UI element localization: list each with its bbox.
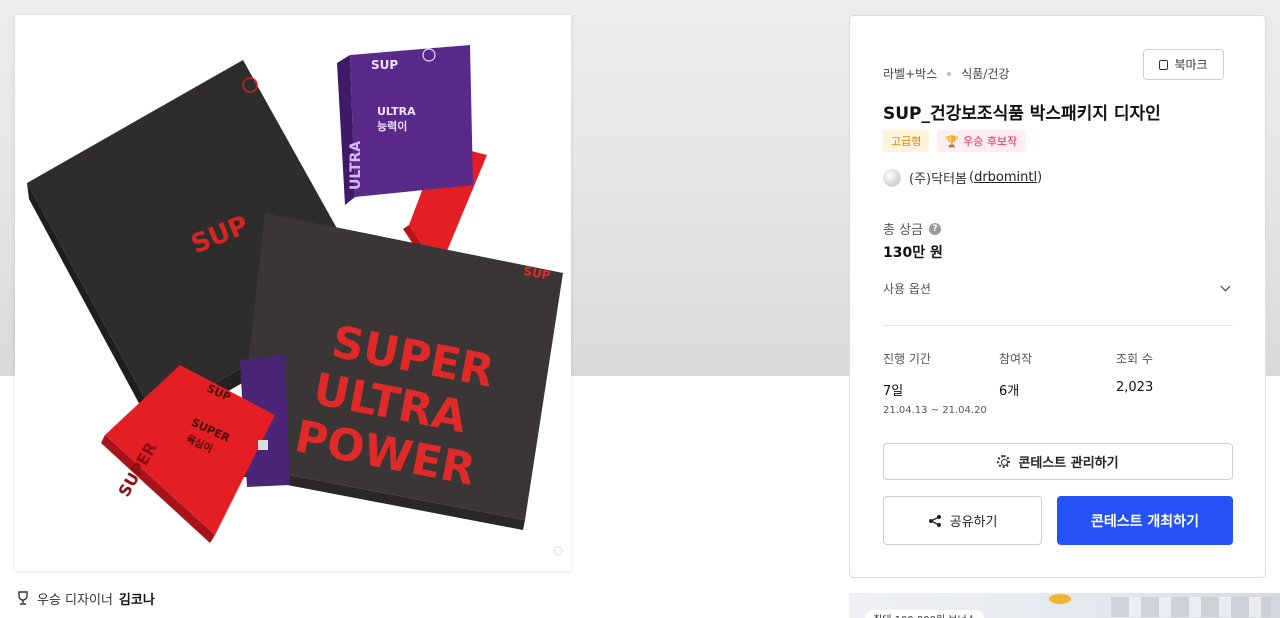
host-handle-link[interactable]: drbomintl	[974, 170, 1037, 185]
host-contest-button[interactable]: 콘테스트 개최하기	[1057, 496, 1233, 545]
barcode-icon	[258, 440, 268, 450]
package-artwork: SUP SUP ULTRA 능력이 ULTRA SUPER ULTRA POWE…	[27, 45, 563, 556]
share-label: 공유하기	[949, 515, 998, 530]
promo-pill: 최대 100,000원 보너스	[865, 610, 984, 618]
promo-decoration	[1111, 597, 1271, 617]
trophy-icon	[18, 591, 28, 605]
stat-views: 조회 수 2,023	[1116, 350, 1153, 395]
separator-dot	[947, 71, 952, 76]
host-avatar	[883, 168, 901, 187]
ultra-box-korean-name: 능력이	[377, 119, 407, 133]
stat-period: 진행 기간 7일 21.04.13 ~ 21.04.20	[883, 350, 987, 416]
category-secondary[interactable]: 식품/건강	[961, 65, 1009, 82]
views-value: 2,023	[1116, 380, 1154, 395]
contest-artwork-image[interactable]: SUP SUP ULTRA 능력이 ULTRA SUPER ULTRA POWE…	[15, 15, 571, 571]
gear-icon	[997, 455, 1011, 468]
period-label: 진행 기간	[883, 352, 931, 366]
ultra-box-name: ULTRA	[377, 105, 416, 118]
manage-contest-button[interactable]: 콘테스트 관리하기	[883, 443, 1233, 480]
share-button[interactable]: 공유하기	[883, 496, 1042, 545]
host-handle-close: )	[1037, 170, 1043, 185]
host-name: (주)닥터봄	[909, 172, 967, 187]
contest-title: SUP_건강보조식품 박스패키지 디자인	[883, 104, 1161, 124]
designer-name[interactable]: 김코나	[119, 589, 155, 608]
usage-options-label: 사용 옵션	[883, 281, 931, 296]
entries-value: 6개	[999, 384, 1020, 399]
contest-info-panel: 라벨+박스 식품/건강 북마크 SUP_건강보조식품 박스패키지 디자인 고급형…	[849, 15, 1266, 578]
ultra-box-logo: SUP	[371, 58, 398, 72]
host-contest-label: 콘테스트 개최하기	[1091, 513, 1199, 530]
manage-contest-label: 콘테스트 관리하기	[1018, 456, 1119, 471]
designer-prefix: 우승 디자이너	[37, 592, 113, 608]
host-handle-group: (drbomintl)	[969, 170, 1042, 185]
period-value: 7일	[883, 384, 904, 399]
award-badge: 🏆 우승 후보작	[937, 130, 1026, 152]
bookmark-icon	[1159, 59, 1169, 70]
category-breadcrumb: 라벨+박스 식품/건강	[883, 65, 1009, 82]
bookmark-label: 북마크	[1174, 58, 1208, 72]
ultra-box-side-text: ULTRA	[348, 141, 364, 190]
period-range: 21.04.13 ~ 21.04.20	[883, 405, 987, 416]
winning-designer: 우승 디자이너 김코나	[15, 588, 155, 608]
prize-value: 130만 원	[883, 245, 943, 261]
prize-label: 총 상금 ?	[883, 219, 942, 238]
entries-label: 참여작	[999, 352, 1033, 366]
award-badge-label: 우승 후보작	[963, 135, 1018, 148]
premium-badge: 고급형	[883, 130, 930, 152]
usage-options-dropdown[interactable]: 사용 옵션	[883, 280, 1233, 296]
share-icon	[928, 514, 941, 527]
award-trophy-icon: 🏆	[945, 134, 960, 148]
stat-entries: 참여작 6개	[999, 350, 1032, 399]
watermark-icon	[553, 546, 563, 556]
prize-label-text: 총 상금	[883, 223, 924, 238]
promo-banner[interactable]: 최대 100,000원 보너스	[849, 593, 1280, 618]
divider	[883, 325, 1233, 326]
host-info: (주)닥터봄 (drbomintl)	[883, 168, 1042, 187]
views-label: 조회 수	[1116, 352, 1153, 366]
ultra-purple-box: SUP ULTRA 능력이 ULTRA	[337, 45, 473, 205]
bookmark-button[interactable]: 북마크	[1143, 49, 1224, 80]
badge-group: 고급형 🏆 우승 후보작	[883, 130, 1026, 152]
category-primary[interactable]: 라벨+박스	[883, 65, 937, 82]
chevron-down-icon	[1220, 281, 1231, 291]
help-icon[interactable]: ?	[929, 222, 942, 235]
coin-icon	[1049, 594, 1071, 604]
